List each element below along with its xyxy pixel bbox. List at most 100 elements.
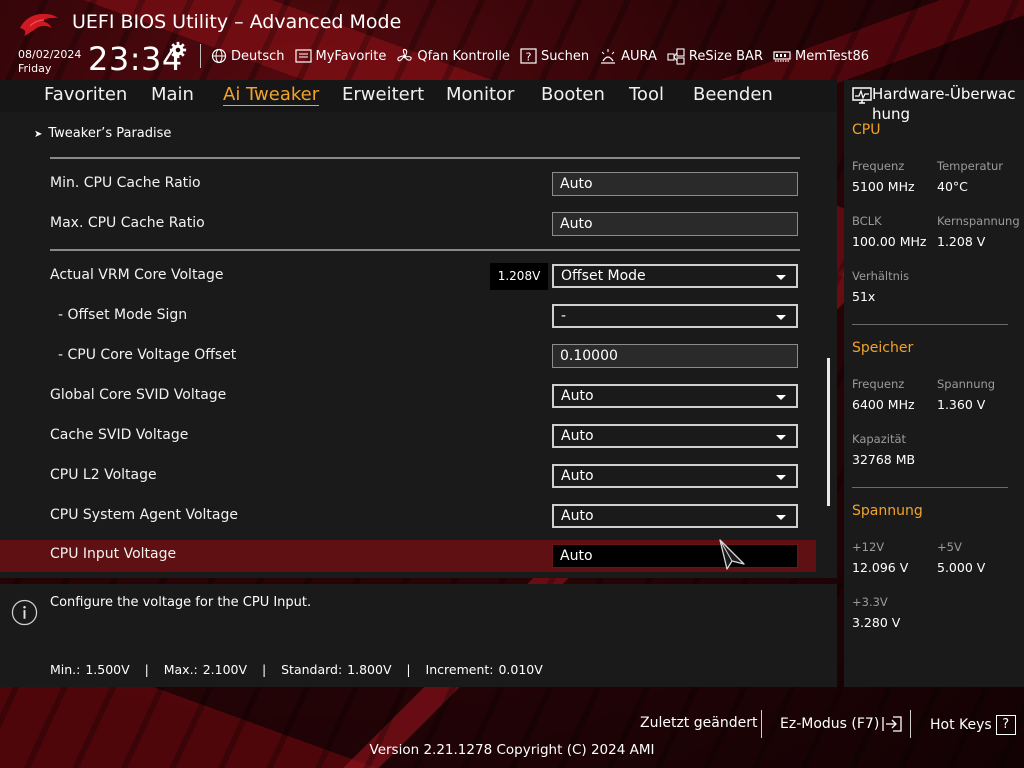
hw-label-bclk: BCLK (852, 214, 882, 228)
setting-row-actual-vrm-core-voltage[interactable]: Actual VRM Core Voltage Offset Mode (0, 259, 816, 293)
chevron-down-icon (776, 315, 786, 320)
setting-row-min-cpu-cache-ratio[interactable]: Min. CPU Cache Ratio Auto (0, 167, 816, 201)
toolbar-divider (200, 44, 201, 68)
scrollbar[interactable] (827, 358, 830, 506)
memtest-label: MemTest86 (794, 48, 870, 64)
svg-text:?: ? (526, 51, 532, 64)
date-text: 08/02/2024 (18, 48, 82, 61)
hw-value-vcore: 1.208 V (937, 234, 986, 249)
tab-monitor[interactable]: Monitor (446, 84, 514, 105)
hw-value-cpu-freq: 5100 MHz (852, 179, 915, 194)
hw-divider (852, 324, 1008, 325)
cpu-l2-voltage-select[interactable]: Auto (552, 464, 798, 488)
tab-beenden[interactable]: Beenden (693, 84, 773, 105)
search-button[interactable]: ? Suchen (520, 48, 589, 64)
breadcrumb-label: Tweaker’s Paradise (48, 126, 172, 141)
aura-light-icon (601, 49, 616, 64)
globe-icon (211, 48, 227, 64)
last-changed-button[interactable]: Zuletzt geändert (640, 715, 757, 731)
resize-bar-icon (667, 47, 685, 65)
select-value: Auto (561, 428, 594, 444)
global-core-svid-voltage-select[interactable]: Auto (552, 384, 798, 408)
max-cpu-cache-ratio-input[interactable]: Auto (552, 212, 798, 236)
hw-label-mem-volt: Spannung (937, 377, 996, 391)
section-divider (50, 157, 800, 159)
app-title: UEFI BIOS Utility – Advanced Mode (72, 11, 402, 33)
qfan-button[interactable]: Qfan Kontrolle (396, 48, 510, 65)
date-display: 08/02/2024 Friday (18, 48, 81, 76)
cpu-system-agent-voltage-select[interactable]: Auto (552, 504, 798, 528)
qfan-label: Qfan Kontrolle (417, 48, 510, 64)
resize-bar-button[interactable]: ReSize BAR (667, 47, 763, 65)
setting-label: Global Core SVID Voltage (50, 387, 227, 403)
memtest-button[interactable]: MemTest86 (773, 49, 869, 64)
hardware-monitor-panel: Hardware-Überwac hung CPU Frequenz 5100 … (844, 80, 1024, 687)
hw-value-12v: 12.096 V (852, 560, 909, 575)
chevron-down-icon (776, 275, 786, 280)
help-panel: Configure the voltage for the CPU Input.… (0, 584, 837, 687)
setting-label: CPU L2 Voltage (50, 467, 157, 483)
hw-label-mem-cap: Kapazität (852, 432, 907, 446)
section-divider (50, 249, 800, 251)
hw-section-voltage: Spannung (852, 503, 923, 519)
setting-label: CPU Input Voltage (50, 546, 177, 562)
header: UEFI BIOS Utility – Advanced Mode 08/02/… (0, 0, 1024, 80)
hw-label-vcore: Kernspannung (937, 214, 1020, 228)
vrm-core-voltage-select[interactable]: Offset Mode (552, 264, 798, 288)
hw-label-ratio: Verhältnis (852, 269, 910, 283)
ez-mode-label: Ez-Modus (F7) (780, 716, 880, 732)
setting-row-max-cpu-cache-ratio[interactable]: Max. CPU Cache Ratio Auto (0, 207, 816, 241)
hot-keys-button[interactable]: Hot Keys ? (930, 715, 1016, 735)
resize-bar-label: ReSize BAR (688, 48, 763, 64)
hot-keys-label: Hot Keys (930, 717, 992, 733)
setting-row-global-core-svid-voltage[interactable]: Global Core SVID Voltage Auto (0, 379, 816, 413)
select-value: Auto (561, 508, 594, 524)
language-button[interactable]: Deutsch (211, 48, 285, 64)
cpu-input-voltage-input[interactable]: Auto (552, 544, 798, 568)
hw-label-3v3: +3.3V (852, 595, 888, 609)
day-text: Friday (18, 62, 52, 75)
min-cpu-cache-ratio-input[interactable]: Auto (552, 172, 798, 196)
rog-logo-icon (20, 13, 58, 36)
gear-icon[interactable] (169, 41, 187, 59)
tab-tool[interactable]: Tool (629, 84, 664, 105)
chevron-down-icon (776, 395, 786, 400)
hw-monitor-title: Hardware-Überwac hung (852, 84, 1022, 124)
tab-ai-tweaker[interactable]: Ai Tweaker (223, 84, 320, 106)
cpu-core-voltage-offset-input[interactable]: 0.10000 (552, 344, 798, 368)
setting-row-cpu-l2-voltage[interactable]: CPU L2 Voltage Auto (0, 459, 816, 493)
myfavorite-button[interactable]: MyFavorite (294, 48, 387, 64)
myfavorite-label: MyFavorite (315, 48, 387, 64)
help-specs: Min.: 1.500V | Max.: 2.100V | Standard: … (50, 662, 543, 677)
hw-monitor-title-line1: Hardware-Überwac (872, 85, 1016, 103)
hw-value-bclk: 100.00 MHz (852, 234, 927, 249)
setting-row-cpu-system-agent-voltage[interactable]: CPU System Agent Voltage Auto (0, 499, 816, 533)
setting-row-cpu-input-voltage[interactable]: CPU Input Voltage Auto (0, 540, 816, 572)
ez-mode-button[interactable]: Ez-Modus (F7) (780, 715, 903, 733)
tab-erweitert[interactable]: Erweitert (342, 84, 424, 105)
tab-booten[interactable]: Booten (541, 84, 605, 105)
breadcrumb[interactable]: ➤ Tweaker’s Paradise (34, 126, 171, 141)
tab-main[interactable]: Main (151, 84, 194, 105)
mouse-cursor-icon (719, 539, 745, 570)
tab-favoriten[interactable]: Favoriten (44, 84, 127, 105)
cache-svid-voltage-select[interactable]: Auto (552, 424, 798, 448)
setting-row-offset-mode-sign[interactable]: - Offset Mode Sign - (0, 299, 816, 333)
hw-value-mem-cap: 32768 MB (852, 452, 916, 467)
setting-row-cpu-core-voltage-offset[interactable]: - CPU Core Voltage Offset 0.10000 (0, 339, 816, 373)
hw-label-mem-freq: Frequenz (852, 377, 905, 391)
search-label: Suchen (540, 48, 590, 64)
setting-row-cache-svid-voltage[interactable]: Cache SVID Voltage Auto (0, 419, 816, 453)
hw-value-3v3: 3.280 V (852, 615, 901, 630)
hw-value-mem-freq: 6400 MHz (852, 397, 915, 412)
aura-button[interactable]: AURA (599, 48, 657, 64)
setting-label: Min. CPU Cache Ratio (50, 175, 201, 191)
exit-arrow-icon (882, 716, 902, 732)
offset-mode-sign-select[interactable]: - (552, 304, 798, 328)
chevron-right-icon: ➤ (34, 129, 43, 140)
setting-label: CPU System Agent Voltage (50, 507, 238, 523)
select-value: Auto (561, 468, 594, 484)
hw-label-5v: +5V (937, 540, 962, 554)
setting-label: - Offset Mode Sign (58, 307, 188, 323)
language-label: Deutsch (231, 48, 285, 64)
